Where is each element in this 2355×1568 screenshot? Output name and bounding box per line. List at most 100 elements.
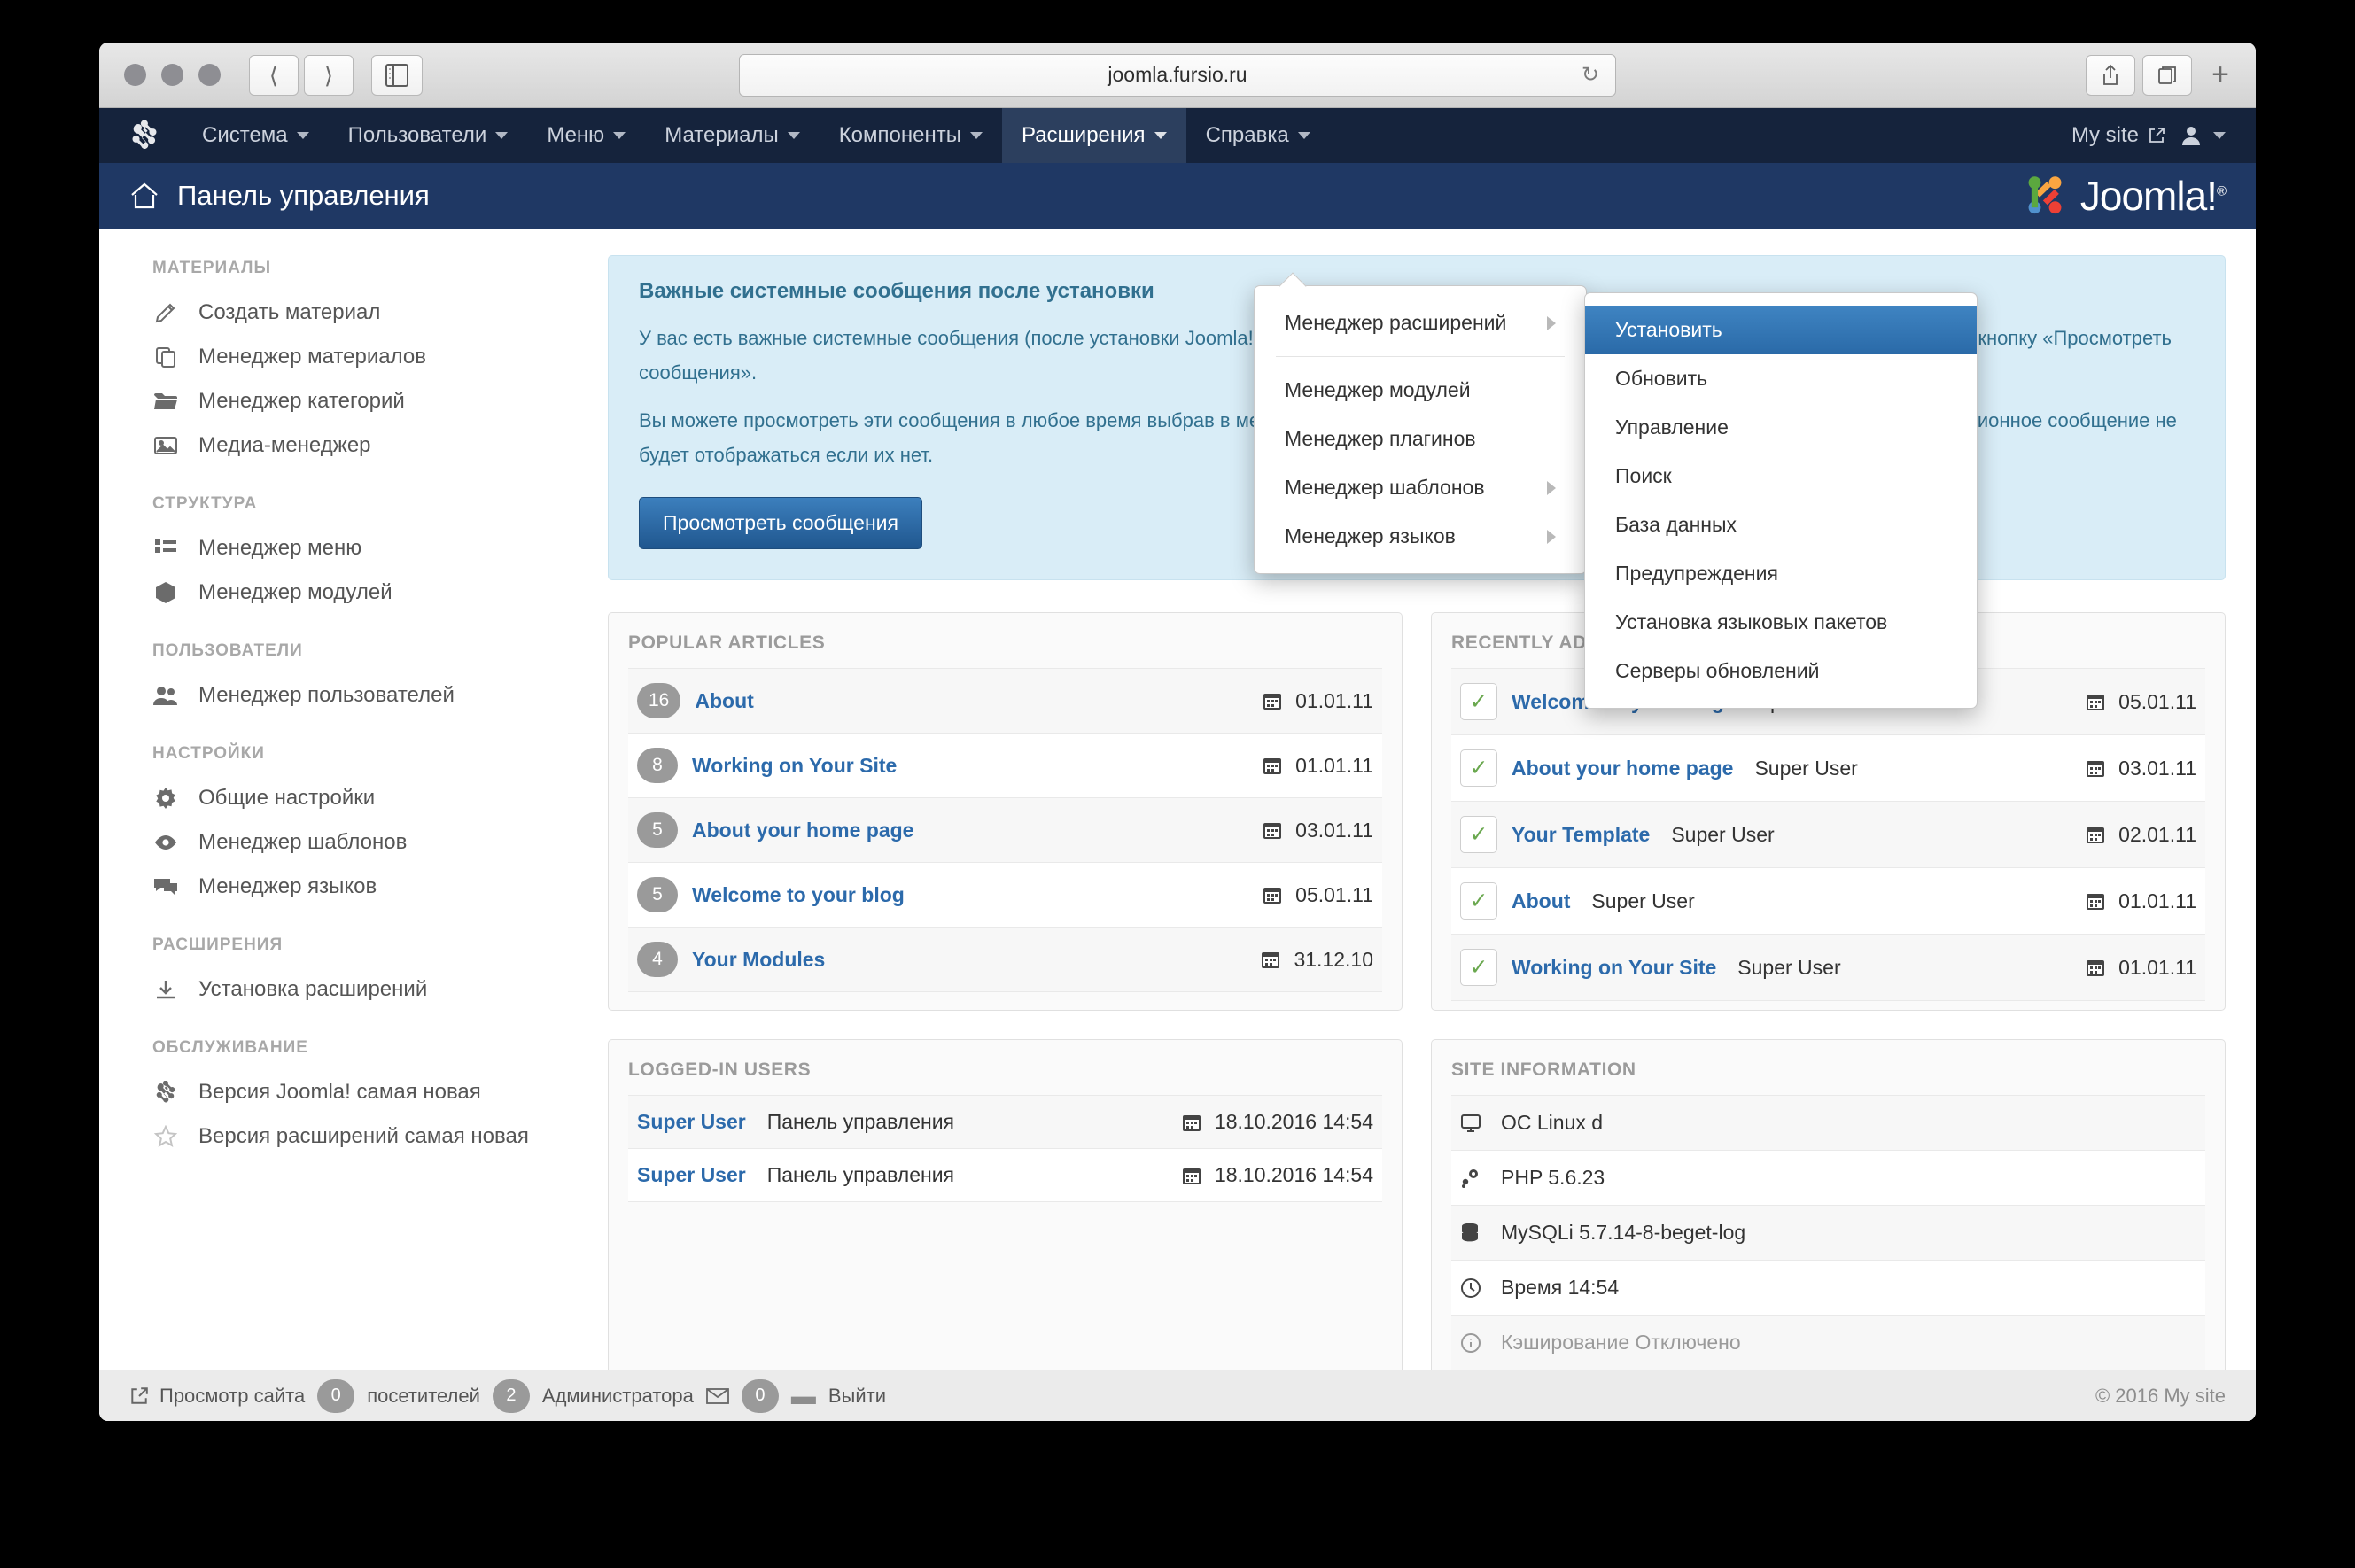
article-link[interactable]: Welcome to your blog (692, 883, 905, 907)
back-chevron-icon[interactable]: ⟨ (249, 54, 299, 96)
menu-item-module-manager[interactable]: Менеджер модулей (1255, 366, 1586, 415)
article-link[interactable]: About your home page (692, 819, 913, 842)
submenu-item-install[interactable]: Установить (1585, 306, 1977, 354)
menu-item-plugin-manager[interactable]: Менеджер плагинов (1255, 415, 1586, 463)
user-link[interactable]: Super User (637, 1110, 746, 1134)
submenu-item-install-languages[interactable]: Установка языковых пакетов (1585, 598, 1977, 647)
envelope-icon[interactable] (705, 1387, 729, 1405)
submenu-item-update-sites[interactable]: Серверы обновлений (1585, 647, 1977, 695)
article-link[interactable]: Working on Your Site (1512, 956, 1716, 980)
article-link[interactable]: Your Modules (692, 948, 825, 972)
sidebar-item-user-manager[interactable]: Менеджер пользователей (152, 673, 595, 718)
hit-count-badge: 4 (637, 942, 678, 977)
article-author: Super User (1671, 822, 1775, 846)
sidebar-item-category-manager[interactable]: Менеджер категорий (152, 379, 595, 423)
published-check-icon[interactable]: ✓ (1460, 882, 1497, 920)
table-row[interactable]: ✓ About Super User 01.01.11 (1451, 867, 2205, 934)
logged-in-users-card: LOGGED-IN USERS Super User Панель управл… (608, 1039, 1403, 1379)
extensions-dropdown-menu: Менеджер расширений Менеджер модулей Мен… (1254, 272, 1587, 574)
sidebar-item-new-article[interactable]: Создать материал (152, 291, 595, 335)
joomla-mark-icon[interactable] (129, 120, 159, 151)
published-check-icon[interactable]: ✓ (1460, 949, 1497, 986)
sidebar-toggle-icon[interactable] (371, 54, 423, 96)
submenu-item-update[interactable]: Обновить (1585, 354, 1977, 403)
published-check-icon[interactable]: ✓ (1460, 683, 1497, 720)
calendar-icon (1263, 694, 1282, 710)
sidebar-item-label: Менеджер меню (198, 536, 362, 560)
minimize-window-button[interactable] (161, 64, 183, 86)
user-icon (2182, 127, 2200, 145)
maximize-window-button[interactable] (198, 64, 221, 86)
sidebar-item-install-extensions[interactable]: Установка расширений (152, 967, 595, 1012)
table-row[interactable]: Super User Панель управления 18.10.2016 … (628, 1148, 1382, 1202)
article-link[interactable]: Working on Your Site (692, 754, 897, 778)
nav-label: Материалы (665, 123, 779, 147)
sidebar-item-template-manager[interactable]: Менеджер шаблонов (152, 820, 595, 865)
nav-item-system[interactable]: Система (183, 108, 329, 163)
admin-status-bar: Просмотр сайта 0 посетителей 2 Администр… (99, 1370, 2256, 1421)
table-row[interactable]: 5 Welcome to your blog 05.01.11 (628, 862, 1382, 927)
hit-count-badge: 5 (637, 812, 678, 848)
menu-item-language-manager[interactable]: Менеджер языков (1255, 512, 1586, 561)
logout-link[interactable]: Выйти (828, 1385, 886, 1408)
submenu-item-manage[interactable]: Управление (1585, 403, 1977, 452)
info-text: MySQLi 5.7.14-8-beget-log (1501, 1221, 1746, 1244)
sidebar-item-language-manager[interactable]: Менеджер языков (152, 865, 595, 909)
nav-item-extensions[interactable]: Расширения (1001, 108, 1186, 163)
address-bar[interactable]: joomla.fursio.ru ↻ (739, 53, 1616, 97)
close-window-button[interactable] (124, 64, 146, 86)
user-link[interactable]: Super User (637, 1163, 746, 1187)
table-row[interactable]: ✓ About your home page Super User 03.01.… (1451, 734, 2205, 801)
table-row[interactable]: 4 Your Modules 31.12.10 (628, 927, 1382, 992)
nav-item-components[interactable]: Компоненты (820, 108, 1002, 163)
article-link[interactable]: Your Template (1512, 823, 1650, 847)
table-row[interactable]: 5 About your home page 03.01.11 (628, 797, 1382, 862)
new-tab-button[interactable]: + (2199, 58, 2242, 92)
list-item: Время 14:54 (1451, 1260, 2205, 1315)
user-menu-button[interactable] (2181, 125, 2226, 146)
menu-item-template-manager[interactable]: Менеджер шаблонов (1255, 463, 1586, 512)
sidebar-item-label: Версия расширений самая новая (198, 1124, 529, 1148)
my-site-link[interactable]: My site (2071, 123, 2165, 148)
sidebar-item-extensions-version[interactable]: Версия расширений самая новая (152, 1114, 595, 1159)
sidebar-section-title: СТРУКТУРА (152, 494, 258, 513)
published-check-icon[interactable]: ✓ (1460, 816, 1497, 853)
menu-item-label: Предупреждения (1615, 562, 1778, 585)
sidebar-item-media-manager[interactable]: Медиа-менеджер (152, 423, 595, 468)
tabs-overview-icon[interactable] (2142, 54, 2193, 96)
published-check-icon[interactable]: ✓ (1460, 749, 1497, 787)
nav-item-help[interactable]: Справка (1186, 108, 1330, 163)
nav-item-content[interactable]: Материалы (645, 108, 820, 163)
clock-icon (1460, 1277, 1487, 1299)
sidebar-item-label: Менеджер категорий (198, 389, 405, 413)
admin-top-navbar: Система Пользователи Меню Материалы Комп… (99, 108, 2256, 163)
table-row[interactable]: Super User Панель управления 18.10.2016 … (628, 1095, 1382, 1148)
sidebar-item-menu-manager[interactable]: Менеджер меню (152, 526, 595, 571)
article-link[interactable]: About (1512, 889, 1570, 913)
submenu-item-database[interactable]: База данных (1585, 501, 1977, 549)
row-date: 03.01.11 (2085, 757, 2196, 780)
table-row[interactable]: 16 About 01.01.11 (628, 668, 1382, 733)
visitors-count-badge: 0 (317, 1378, 355, 1413)
share-icon[interactable] (2086, 54, 2136, 96)
table-row[interactable]: 8 Working on Your Site 01.01.11 (628, 733, 1382, 797)
calendar-icon (1262, 952, 1280, 968)
review-messages-button[interactable]: Просмотреть сообщения (639, 497, 922, 549)
article-link[interactable]: About (695, 689, 753, 713)
submenu-item-warnings[interactable]: Предупреждения (1585, 549, 1977, 598)
preview-site-link[interactable]: Просмотр сайта (129, 1385, 305, 1408)
nav-item-menu[interactable]: Меню (527, 108, 645, 163)
sidebar-item-global-configuration[interactable]: Общие настройки (152, 776, 595, 820)
menu-item-extension-manager[interactable]: Менеджер расширений (1255, 299, 1586, 347)
list-item: ОС Linux d (1451, 1095, 2205, 1150)
submenu-item-discover[interactable]: Поиск (1585, 452, 1977, 501)
table-row[interactable]: ✓ Your Template Super User 02.01.11 (1451, 801, 2205, 867)
article-link[interactable]: About your home page (1512, 757, 1733, 780)
sidebar-item-joomla-version[interactable]: Версия Joomla! самая новая (152, 1070, 595, 1114)
nav-item-users[interactable]: Пользователи (329, 108, 528, 163)
forward-chevron-icon[interactable]: ⟩ (304, 54, 354, 96)
sidebar-item-article-manager[interactable]: Менеджер материалов (152, 335, 595, 379)
reload-icon[interactable]: ↻ (1582, 62, 1599, 88)
sidebar-item-module-manager[interactable]: Менеджер модулей (152, 571, 595, 615)
table-row[interactable]: ✓ Working on Your Site Super User 01.01.… (1451, 934, 2205, 1001)
